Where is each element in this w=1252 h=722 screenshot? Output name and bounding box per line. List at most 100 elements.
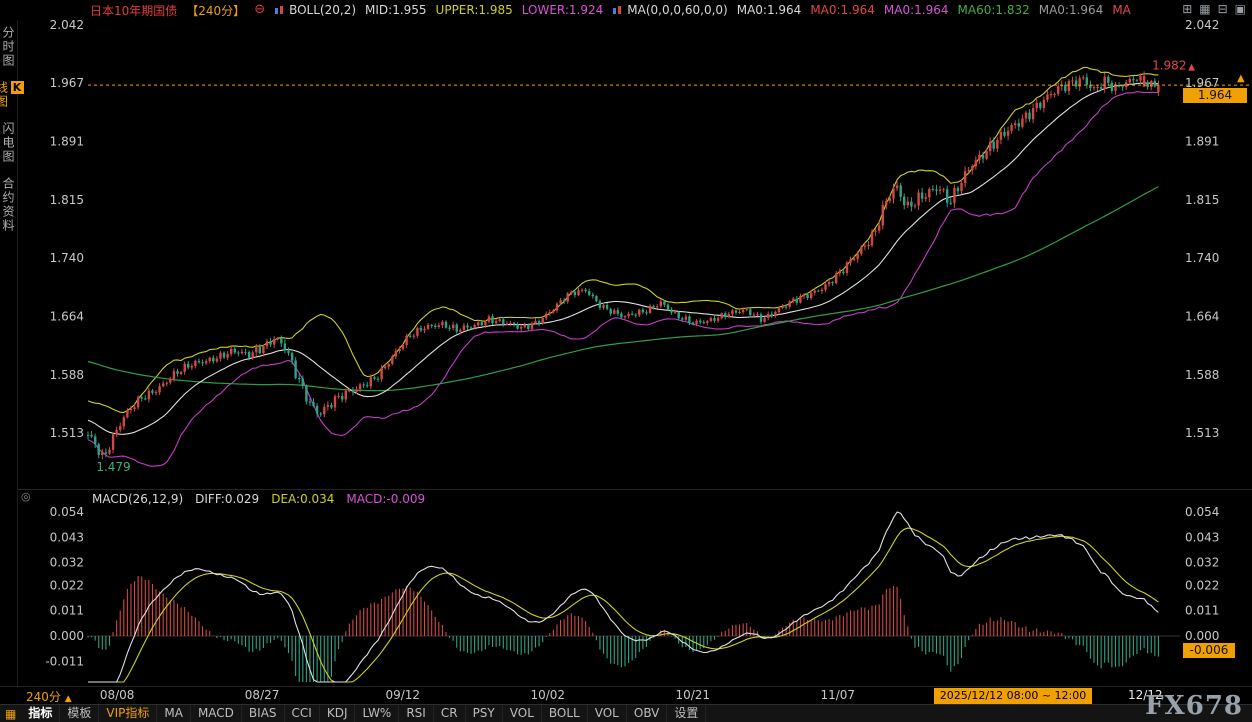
- price-axis-label-left: 1.513: [50, 426, 84, 440]
- price-axis-label-right: 2.042: [1185, 18, 1219, 32]
- macd-axis-label-left: -0.011: [45, 654, 84, 668]
- macd-axis-label-right: 0.032: [1185, 556, 1219, 570]
- pane-toggle-icon[interactable]: ◎: [21, 490, 31, 503]
- macd-axis-label-right: 0.022: [1185, 578, 1219, 592]
- sidebar: 分时图K线图闪电图合约资料: [0, 20, 18, 704]
- macd-axis-label-left: 0.043: [50, 530, 84, 544]
- tab-macd[interactable]: MACD: [191, 705, 242, 722]
- macd-axis-label-left: 0.011: [50, 604, 84, 618]
- macd-axis-label-left: 0.032: [50, 556, 84, 570]
- high-price-marker: 1.982: [1152, 58, 1186, 72]
- tab-vip-indicators[interactable]: VIP指标: [99, 705, 157, 722]
- boll-indicator-icon[interactable]: [274, 5, 285, 16]
- price-axis-label-left: 2.042: [50, 18, 84, 32]
- macd-axis-label-left: 0.000: [50, 629, 84, 643]
- macd-dea-value: DEA:0.034: [271, 492, 334, 506]
- tab-cci[interactable]: CCI: [285, 705, 320, 722]
- boll-mid-value: MID:1.955: [365, 3, 427, 17]
- chart-canvas[interactable]: 1.4791.982▲▲2.0422.0421.9671.9671.8911.8…: [0, 0, 1252, 722]
- sidebar-item-label: 分时图: [1, 26, 15, 68]
- price-axis-label-right: 1.815: [1185, 193, 1219, 207]
- price-axis-label-right: 1.588: [1185, 368, 1219, 382]
- price-axis-label-left: 1.891: [50, 134, 84, 148]
- boll-lower-value: LOWER:1.924: [522, 3, 604, 17]
- current-session-label: 2025/12/12 08:00 ~ 12:00 五: [934, 688, 1092, 704]
- macd-last-box: -0.006: [1183, 643, 1235, 658]
- sidebar-item-kline-chart[interactable]: K线图: [0, 81, 24, 109]
- ma-indicator-icon[interactable]: [612, 5, 623, 16]
- sidebar-item-label: 线图: [0, 81, 9, 109]
- tab-vol[interactable]: VOL: [503, 705, 542, 722]
- sidebar-item-time-chart[interactable]: 分时图: [0, 26, 17, 68]
- instrument-title: 日本10年期国债: [90, 2, 177, 19]
- window-layout-icons: ⊞ ▦ ⊟ ▣: [1182, 2, 1246, 17]
- tab-cr[interactable]: CR: [434, 705, 466, 722]
- price-axis-label-right: 1.664: [1185, 310, 1219, 324]
- macd-axis-label-left: 0.022: [50, 578, 84, 592]
- last-price-arrow-icon: ▲: [1237, 73, 1245, 84]
- price-axis-label-left: 1.664: [50, 310, 84, 324]
- tab-ma[interactable]: MA: [157, 705, 191, 722]
- layout-single-icon[interactable]: ▣: [1235, 2, 1246, 17]
- layout-grid-icon[interactable]: ⊞: [1182, 2, 1192, 17]
- price-axis-label-left: 1.967: [50, 76, 84, 90]
- ma-group-label: MA(0,0,0,60,0,0): [627, 3, 727, 17]
- macd-axis-label-right: 0.043: [1185, 530, 1219, 544]
- macd-label: MACD(26,12,9): [92, 492, 183, 506]
- pane-divider: [18, 489, 1252, 490]
- timeframe-label: 【240分】: [186, 2, 245, 19]
- layout-tile-icon[interactable]: ▦: [1199, 2, 1210, 17]
- bottom-toolbar: ▦ 指标模板VIP指标MAMACDBIASCCIKDJLW%RSICRPSYVO…: [0, 704, 1252, 722]
- x-axis-label: 10/21: [675, 688, 710, 702]
- tab-templates[interactable]: 模板: [60, 705, 99, 722]
- sidebar-item-label: 闪电图: [1, 122, 15, 164]
- macd-axis-label-right: 0.000: [1185, 629, 1219, 643]
- ma-value-5: MA: [1112, 3, 1131, 17]
- macd-info-row: MACD(26,12,9) DIFF:0.029 DEA:0.034 MACD:…: [92, 492, 425, 506]
- watermark: FX678: [1145, 691, 1243, 721]
- low-price-marker: 1.479: [96, 460, 130, 474]
- sidebar-item-contract-info[interactable]: 合约资料: [0, 177, 17, 233]
- tab-psy[interactable]: PSY: [466, 705, 503, 722]
- price-axis-label-right: 1.513: [1185, 426, 1219, 440]
- tab-kdj[interactable]: KDJ: [320, 705, 356, 722]
- tab-obv[interactable]: OBV: [627, 705, 668, 722]
- layout-split-icon[interactable]: ⊟: [1218, 2, 1228, 17]
- price-axis-label-left: 1.740: [50, 251, 84, 265]
- ma-value-2: MA0:1.964: [884, 3, 949, 17]
- tab-settings[interactable]: 设置: [667, 705, 706, 722]
- ma-value-1: MA0:1.964: [810, 3, 875, 17]
- tab-indicators[interactable]: 指标: [21, 705, 60, 722]
- boll-label: BOLL(20,2): [289, 3, 356, 17]
- macd-axis-label-left: 0.054: [50, 505, 84, 519]
- tab-vol2[interactable]: VOL: [588, 705, 627, 722]
- ma-value-0: MA0:1.964: [737, 3, 802, 17]
- tab-lw[interactable]: LW%: [355, 705, 399, 722]
- timeframe-selector-label: 240分: [26, 690, 61, 704]
- top-bar: 日本10年期国债 【240分】 ⊖ BOLL(20,2) MID:1.955 U…: [0, 0, 1252, 20]
- sidebar-item-label: 合约资料: [1, 177, 15, 233]
- macd-axis-label-right: 0.011: [1185, 604, 1219, 618]
- macd-axis-label-right: 0.054: [1185, 505, 1219, 519]
- x-axis-label: 11/07: [820, 688, 855, 702]
- price-axis-label-right: 1.740: [1185, 251, 1219, 265]
- last-price-box: 1.964: [1183, 88, 1247, 103]
- macd-hist-value: MACD:-0.009: [346, 492, 425, 506]
- price-axis-label-right: 1.891: [1185, 134, 1219, 148]
- ma-value-3: MA60:1.832: [958, 3, 1030, 17]
- indicator-grid-icon[interactable]: ▦: [5, 707, 16, 721]
- ma-value-4: MA0:1.964: [1039, 3, 1104, 17]
- x-axis-label: 09/12: [385, 688, 420, 702]
- boll-upper-value: UPPER:1.985: [436, 3, 513, 17]
- alert-icon[interactable]: ⊖: [254, 3, 265, 17]
- x-axis-label: 08/08: [100, 688, 135, 702]
- dropdown-up-icon: ▲: [65, 694, 72, 704]
- macd-diff-value: DIFF:0.029: [195, 492, 259, 506]
- tab-bias[interactable]: BIAS: [242, 705, 285, 722]
- price-axis-label-left: 1.588: [50, 368, 84, 382]
- x-axis-row: 240分 ▲ 2025/12/12 08:00 ~ 12:00 五 12/12 …: [0, 686, 1252, 705]
- timeframe-selector[interactable]: 240分 ▲: [26, 688, 72, 705]
- tab-rsi[interactable]: RSI: [399, 705, 434, 722]
- sidebar-item-flash-chart[interactable]: 闪电图: [0, 122, 17, 164]
- tab-boll[interactable]: BOLL: [542, 705, 588, 722]
